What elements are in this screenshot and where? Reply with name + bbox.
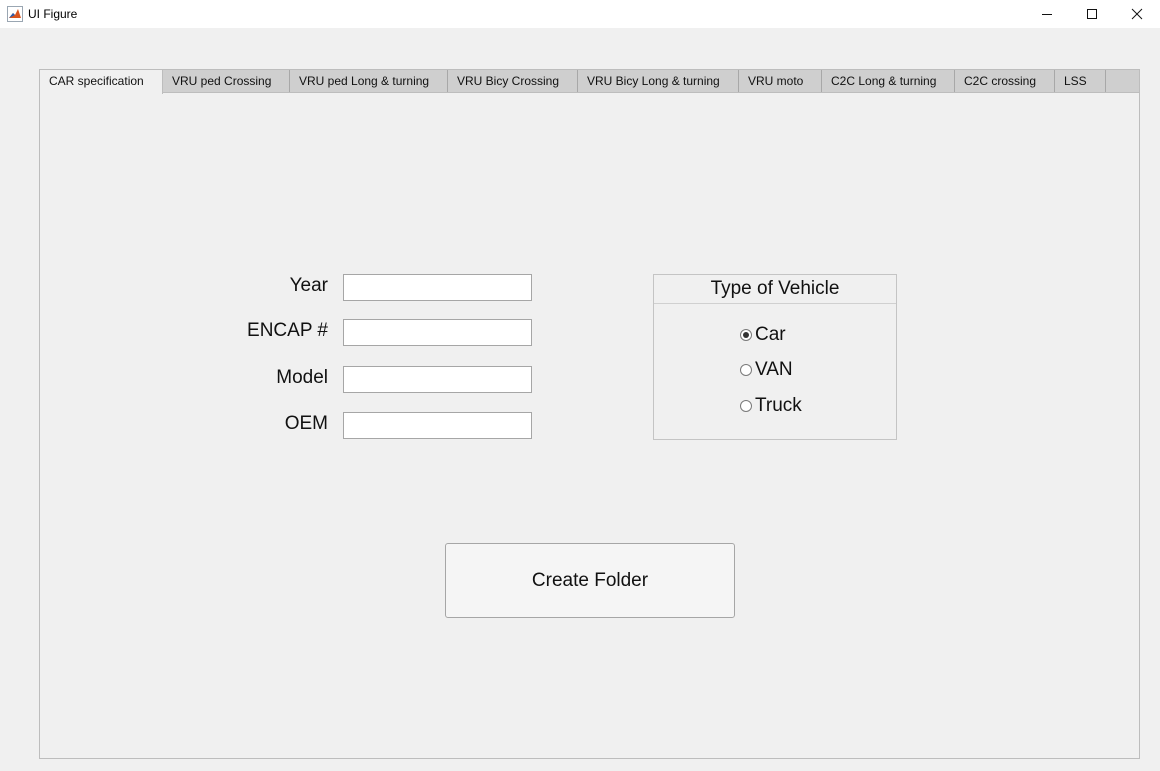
oem-field[interactable] <box>343 412 532 439</box>
maximize-button[interactable] <box>1069 0 1115 28</box>
radio-button-checked[interactable] <box>740 329 752 341</box>
year-field[interactable] <box>343 274 532 301</box>
encap-field[interactable] <box>343 319 532 346</box>
tab-lss[interactable]: LSS <box>1055 70 1106 93</box>
radio-truck-label: Truck <box>755 395 802 416</box>
tab-car-specification[interactable]: CAR specification <box>39 70 163 94</box>
title-bar: UI Figure <box>0 0 1160 28</box>
minimize-icon <box>1042 14 1052 15</box>
encap-label: ENCAP # <box>247 320 328 341</box>
tab-vru-ped-crossing[interactable]: VRU ped Crossing <box>163 70 290 93</box>
model-label: Model <box>276 367 328 388</box>
radio-button[interactable] <box>740 400 752 412</box>
radio-truck[interactable]: Truck <box>740 394 802 418</box>
tab-strip: CAR specification VRU ped Crossing VRU p… <box>39 69 1140 94</box>
tab-vru-ped-long-turning[interactable]: VRU ped Long & turning <box>290 70 448 93</box>
radio-car[interactable]: Car <box>740 323 786 347</box>
close-icon <box>1131 8 1143 20</box>
close-button[interactable] <box>1114 0 1160 28</box>
create-folder-button[interactable]: Create Folder <box>445 543 735 618</box>
tab-vru-bicy-crossing[interactable]: VRU Bicy Crossing <box>448 70 578 93</box>
tab-vru-moto[interactable]: VRU moto <box>739 70 822 93</box>
tab-c2c-long-turning[interactable]: C2C Long & turning <box>822 70 955 93</box>
year-label: Year <box>289 275 328 296</box>
radio-button[interactable] <box>740 364 752 376</box>
vehicle-type-title: Type of Vehicle <box>654 275 896 304</box>
vehicle-type-group: Type of Vehicle Car VAN Truck <box>653 274 897 440</box>
minimize-button[interactable] <box>1024 0 1070 28</box>
radio-van-label: VAN <box>755 359 793 380</box>
tab-c2c-crossing[interactable]: C2C crossing <box>955 70 1055 93</box>
model-field[interactable] <box>343 366 532 393</box>
matlab-icon <box>7 6 23 22</box>
maximize-icon <box>1087 9 1097 19</box>
window-title: UI Figure <box>28 7 78 21</box>
tab-vru-bicy-long-turning[interactable]: VRU Bicy Long & turning <box>578 70 739 93</box>
radio-car-label: Car <box>755 324 786 345</box>
oem-label: OEM <box>284 413 328 434</box>
radio-van[interactable]: VAN <box>740 358 793 382</box>
